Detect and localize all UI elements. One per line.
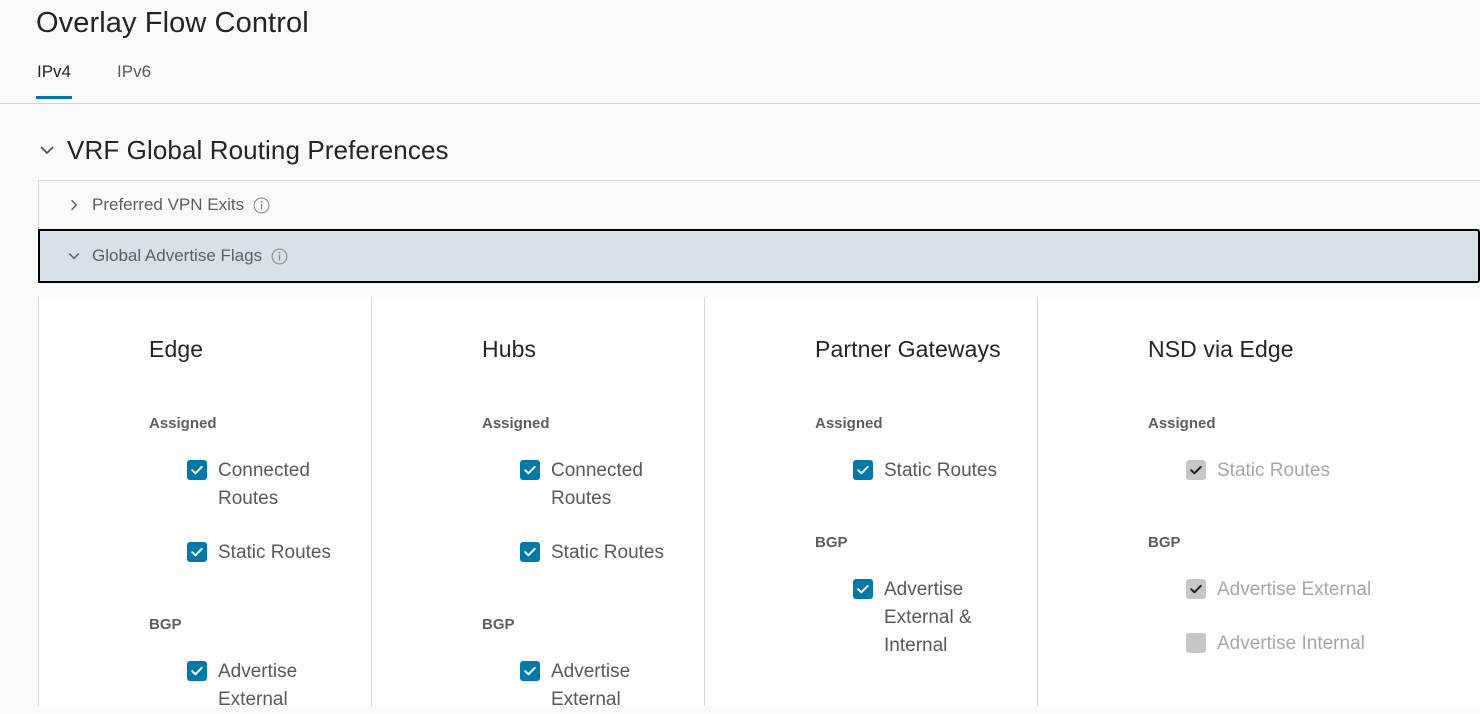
checkbox-checked-icon bbox=[1186, 579, 1206, 599]
checkbox-row-static-routes[interactable]: Static Routes bbox=[39, 539, 371, 567]
group-label-assigned: Assigned bbox=[372, 414, 704, 434]
tab-bar: IPv4 IPv6 bbox=[0, 62, 1480, 104]
checkbox-row-connected-routes[interactable]: Connected Routes bbox=[372, 457, 704, 513]
flag-column-partner-gateways: Partner Gateways Assigned Static Routes BGP… bbox=[705, 297, 1038, 706]
checkbox-label: Static Routes bbox=[218, 539, 331, 567]
checkbox-checked-icon[interactable] bbox=[187, 661, 207, 681]
checkbox-checked-icon[interactable] bbox=[520, 542, 540, 562]
checkbox-checked-icon[interactable] bbox=[187, 460, 207, 480]
checkbox-checked-icon bbox=[1186, 460, 1206, 480]
group-label-assigned: Assigned bbox=[1038, 414, 1428, 434]
checkbox-label: Advertise External & Internal bbox=[884, 576, 1037, 660]
tab-ipv4[interactable]: IPv4 bbox=[36, 62, 72, 99]
accordion-row-label: Global Advertise Flags bbox=[92, 245, 262, 267]
checkbox-row-static-routes[interactable]: Static Routes bbox=[705, 457, 1037, 485]
tab-ipv6[interactable]: IPv6 bbox=[116, 62, 152, 99]
accordion-row-label: Preferred VPN Exits bbox=[92, 194, 244, 216]
checkbox-row-static-routes[interactable]: Static Routes bbox=[372, 539, 704, 567]
checkbox-checked-icon[interactable] bbox=[853, 579, 873, 599]
group-label-bgp: BGP bbox=[372, 615, 704, 635]
group-label-assigned: Assigned bbox=[39, 414, 371, 434]
accordion: Preferred VPN Exits Global Advertise Flag… bbox=[38, 180, 1480, 283]
section-title: VRF Global Routing Preferences bbox=[67, 134, 449, 166]
accordion-row-global-advertise-flags[interactable]: Global Advertise Flags bbox=[38, 229, 1480, 283]
info-icon[interactable] bbox=[253, 197, 270, 214]
group-label-bgp: BGP bbox=[705, 533, 1037, 553]
checkbox-row-connected-routes[interactable]: Connected Routes bbox=[39, 457, 371, 513]
checkbox-checked-icon[interactable] bbox=[520, 460, 540, 480]
overlay-flow-control-page: Overlay Flow Control IPv4 IPv6 VRF Global… bbox=[0, 0, 1480, 706]
checkbox-row-advertise-internal: Advertise Internal bbox=[1038, 630, 1428, 658]
group-label-bgp: BGP bbox=[39, 615, 371, 635]
checkbox-label: Static Routes bbox=[884, 457, 997, 485]
flag-column-hubs: Hubs Assigned Connected Routes Static Route… bbox=[372, 297, 705, 706]
checkbox-label: Connected Routes bbox=[218, 457, 371, 513]
info-icon[interactable] bbox=[271, 248, 288, 265]
page-title: Overlay Flow Control bbox=[36, 4, 309, 42]
checkbox-checked-icon[interactable] bbox=[853, 460, 873, 480]
global-advertise-flags-panel: Edge Assigned Connected Routes Static Route… bbox=[38, 297, 1480, 706]
checkbox-row-advertise-external-internal[interactable]: Advertise External & Internal bbox=[705, 576, 1037, 660]
accordion-row-preferred-vpn-exits[interactable]: Preferred VPN Exits bbox=[38, 180, 1480, 230]
checkbox-unchecked-icon bbox=[1186, 633, 1206, 653]
checkbox-label: Connected Routes bbox=[551, 457, 704, 513]
section-header-vrf-global-routing-preferences[interactable]: VRF Global Routing Preferences bbox=[36, 126, 449, 174]
checkbox-label: Advertise Internal bbox=[1217, 630, 1365, 658]
chevron-down-icon bbox=[36, 139, 58, 161]
column-title: Edge bbox=[39, 334, 371, 364]
checkbox-row-static-routes: Static Routes bbox=[1038, 457, 1428, 485]
column-title: Partner Gateways bbox=[705, 334, 1037, 364]
column-title: NSD via Edge bbox=[1038, 334, 1428, 364]
tab-strip: IPv4 IPv6 bbox=[36, 62, 196, 103]
checkbox-label: Advertise External bbox=[1217, 576, 1371, 604]
flag-column-edge: Edge Assigned Connected Routes Static Route… bbox=[39, 297, 372, 706]
flag-column-nsd-via-edge: NSD via Edge Assigned Static Routes BGP Adve… bbox=[1038, 297, 1428, 706]
checkbox-label: Static Routes bbox=[1217, 457, 1330, 485]
chevron-down-icon bbox=[65, 247, 83, 265]
checkbox-checked-icon[interactable] bbox=[187, 542, 207, 562]
checkbox-label: Static Routes bbox=[551, 539, 664, 567]
checkbox-row-advertise-external: Advertise External bbox=[1038, 576, 1428, 604]
group-label-bgp: BGP bbox=[1038, 533, 1428, 553]
checkbox-checked-icon[interactable] bbox=[520, 661, 540, 681]
chevron-right-icon bbox=[65, 196, 83, 214]
column-title: Hubs bbox=[372, 334, 704, 364]
group-label-assigned: Assigned bbox=[705, 414, 1037, 434]
